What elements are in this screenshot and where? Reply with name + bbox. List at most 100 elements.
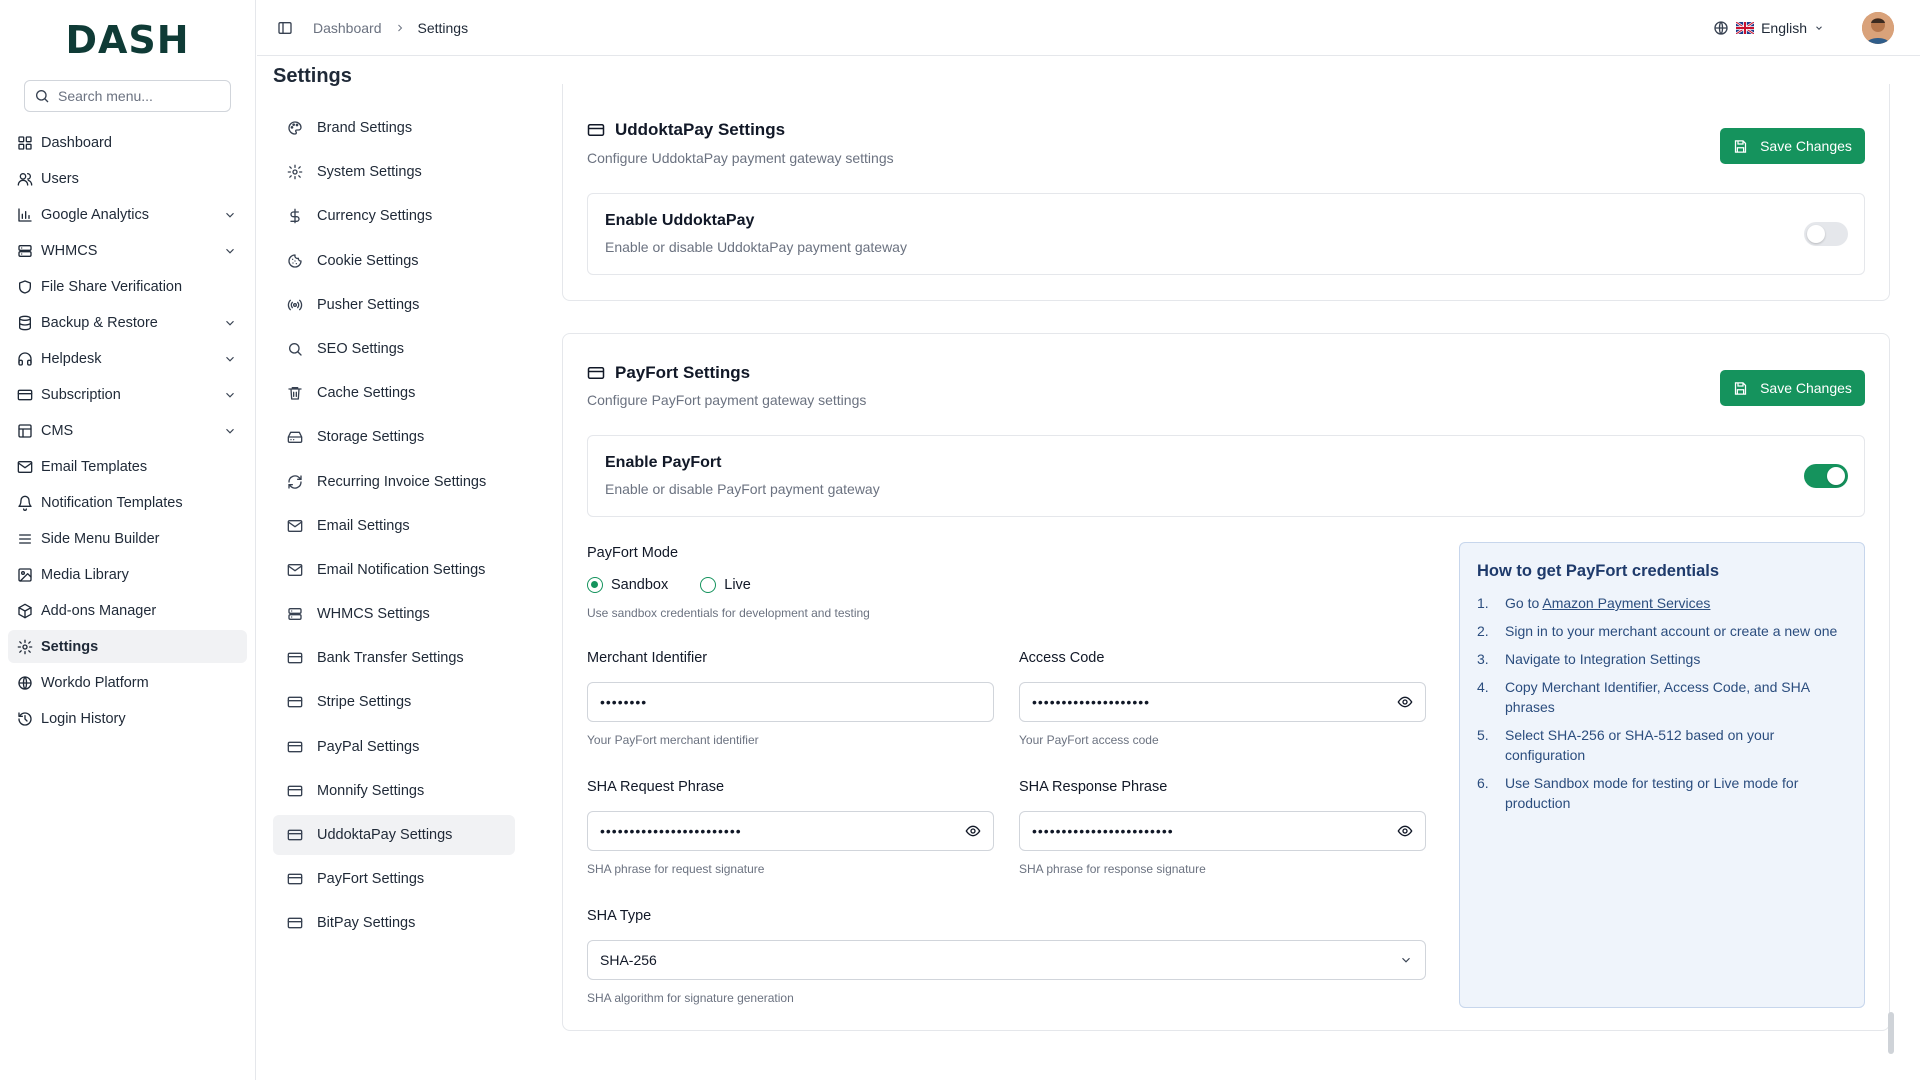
settings-menu-seo-settings[interactable]: SEO Settings: [273, 329, 515, 369]
language-selector[interactable]: English: [1713, 20, 1824, 36]
eye-icon[interactable]: [965, 823, 981, 839]
mode-live-radio[interactable]: [700, 577, 717, 593]
uddoktapay-save-button[interactable]: Save Changes: [1720, 128, 1865, 164]
sidebar-item-notification-templates[interactable]: Notification Templates: [8, 486, 247, 519]
card-icon: [287, 785, 303, 797]
chevron-down-icon: [226, 356, 234, 362]
sidebar-item-settings[interactable]: Settings: [8, 630, 247, 663]
sidebar-item-add-ons-manager[interactable]: Add-ons Manager: [8, 594, 247, 627]
sidebar-item-backup-restore[interactable]: Backup & Restore: [8, 306, 247, 339]
sidebar-item-label: Settings: [41, 638, 99, 655]
settings-menu-label: Monnify Settings: [317, 782, 425, 799]
settings-menu-cache-settings[interactable]: Cache Settings: [273, 373, 515, 413]
settings-menu-paypal-settings[interactable]: PayPal Settings: [273, 727, 515, 767]
settings-menu-label: WHMCS Settings: [317, 606, 430, 623]
settings-menu-monnify-settings[interactable]: Monnify Settings: [273, 771, 515, 811]
gear-icon: [17, 639, 33, 654]
settings-menu-payfort-settings[interactable]: PayFort Settings: [273, 859, 515, 899]
sidebar-item-file-share-verification[interactable]: File Share Verification: [8, 270, 247, 303]
eye-icon[interactable]: [1397, 694, 1413, 710]
sidebar-item-dashboard[interactable]: Dashboard: [8, 126, 247, 159]
sidebar-item-google-analytics[interactable]: Google Analytics: [8, 198, 247, 231]
logo[interactable]: DASH: [0, 0, 255, 80]
amazon-payment-services-link[interactable]: Amazon Payment Services: [1542, 595, 1710, 611]
sidebar-item-whmcs[interactable]: WHMCS: [8, 234, 247, 267]
step-number: 5.: [1477, 727, 1489, 743]
sha-request-field[interactable]: ••••••••••••••••••••••••: [587, 811, 994, 851]
settings-menu-email-settings[interactable]: Email Settings: [273, 506, 515, 546]
settings-menu-whmcs-settings[interactable]: WHMCS Settings: [273, 594, 515, 634]
settings-menu-label: Currency Settings: [317, 208, 433, 225]
uddoktapay-card: UddoktaPay Settings Configure UddoktaPay…: [562, 84, 1890, 301]
settings-menu-email-notification-settings[interactable]: Email Notification Settings: [273, 550, 515, 590]
chevron-down-icon: [226, 212, 234, 218]
history-icon: [18, 711, 32, 726]
settings-menu-label: SEO Settings: [317, 340, 405, 357]
settings-menu-uddoktapay-settings[interactable]: UddoktaPay Settings: [273, 815, 515, 855]
settings-menu-system-settings[interactable]: System Settings: [273, 152, 515, 192]
bell-icon: [18, 495, 32, 511]
mail-icon: [287, 563, 303, 576]
image-icon: [18, 567, 32, 582]
settings-menu-recurring-invoice-settings[interactable]: Recurring Invoice Settings: [273, 462, 515, 502]
cookie-icon: [288, 253, 302, 268]
search-input[interactable]: Search menu...: [24, 80, 231, 112]
sidebar-item-label: Users: [41, 170, 79, 187]
sha-response-field[interactable]: ••••••••••••••••••••••••: [1019, 811, 1426, 851]
menu-icon: [19, 533, 31, 544]
eye-icon[interactable]: [1397, 823, 1413, 839]
scrollbar[interactable]: [1888, 1012, 1894, 1054]
avatar[interactable]: [1862, 11, 1894, 44]
mode-sandbox-label[interactable]: Sandbox: [611, 577, 668, 593]
sidebar-item-label: Helpdesk: [41, 350, 102, 367]
sidebar-toggle-icon[interactable]: [277, 20, 293, 36]
payfort-help-box: How to get PayFort credentials 1. Go to A…: [1459, 542, 1865, 1008]
payfort-mode-radios: Sandbox Live: [587, 577, 751, 593]
sha-type-select[interactable]: SHA-256: [587, 940, 1426, 980]
sidebar-item-side-menu-builder[interactable]: Side Menu Builder: [8, 522, 247, 555]
help-step: 5. Select SHA-256 or SHA-512 based on you…: [1477, 725, 1846, 765]
settings-menu-cookie-settings[interactable]: Cookie Settings: [273, 241, 515, 281]
sidebar-item-helpdesk[interactable]: Helpdesk: [8, 342, 247, 375]
sidebar-nav: Dashboard Users Google Analytics WHMCS File …: [0, 126, 255, 735]
sidebar-item-workdo-platform[interactable]: Workdo Platform: [8, 666, 247, 699]
sidebar-item-users[interactable]: Users: [8, 162, 247, 195]
merchant-identifier-value: ••••••••: [600, 694, 648, 710]
access-code-field[interactable]: ••••••••••••••••••••: [1019, 682, 1426, 722]
search-placeholder: Search menu...: [58, 88, 153, 104]
settings-menu-stripe-settings[interactable]: Stripe Settings: [273, 682, 515, 722]
settings-menu-bank-transfer-settings[interactable]: Bank Transfer Settings: [273, 638, 515, 678]
settings-menu-currency-settings[interactable]: Currency Settings: [273, 196, 515, 236]
sidebar-item-subscription[interactable]: Subscription: [8, 378, 247, 411]
payfort-save-label: Save Changes: [1760, 380, 1852, 396]
sidebar-item-label: Google Analytics: [41, 206, 150, 223]
payfort-enable-title: Enable PayFort: [605, 454, 722, 471]
mode-sandbox-radio[interactable]: [587, 577, 603, 593]
merchant-identifier-field[interactable]: ••••••••: [587, 682, 994, 722]
breadcrumb-dashboard[interactable]: Dashboard: [313, 20, 382, 36]
sha-response-label: SHA Response Phrase: [1019, 779, 1168, 795]
settings-menu-storage-settings[interactable]: Storage Settings: [273, 417, 515, 457]
sidebar-item-login-history[interactable]: Login History: [8, 702, 247, 735]
settings-menu-brand-settings[interactable]: Brand Settings: [273, 108, 515, 148]
sidebar-item-email-templates[interactable]: Email Templates: [8, 450, 247, 483]
settings-menu-label: Cookie Settings: [317, 252, 419, 269]
settings-menu-label: Storage Settings: [317, 429, 425, 446]
sidebar-item-label: WHMCS: [41, 242, 98, 259]
uddoktapay-enable-toggle[interactable]: [1804, 222, 1848, 246]
settings-menu-label: BitPay Settings: [317, 915, 416, 932]
sha-response-value: ••••••••••••••••••••••••: [1032, 823, 1174, 839]
payfort-save-button[interactable]: Save Changes: [1720, 370, 1865, 406]
settings-menu-label: Bank Transfer Settings: [317, 650, 464, 667]
settings-menu-pusher-settings[interactable]: Pusher Settings: [273, 285, 515, 325]
uddoktapay-enable-row: Enable UddoktaPay Enable or disable Uddo…: [587, 193, 1865, 275]
sidebar-item-cms[interactable]: CMS: [8, 414, 247, 447]
payfort-enable-toggle[interactable]: [1804, 464, 1848, 488]
settings-menu-label: PayPal Settings: [317, 738, 420, 755]
settings-menu-bitpay-settings[interactable]: BitPay Settings: [273, 903, 515, 943]
mode-live-label[interactable]: Live: [724, 577, 751, 593]
settings-menu-label: UddoktaPay Settings: [317, 827, 453, 843]
headphones-icon: [18, 351, 32, 366]
sidebar-item-media-library[interactable]: Media Library: [8, 558, 247, 591]
sidebar-item-label: Backup & Restore: [41, 314, 158, 331]
